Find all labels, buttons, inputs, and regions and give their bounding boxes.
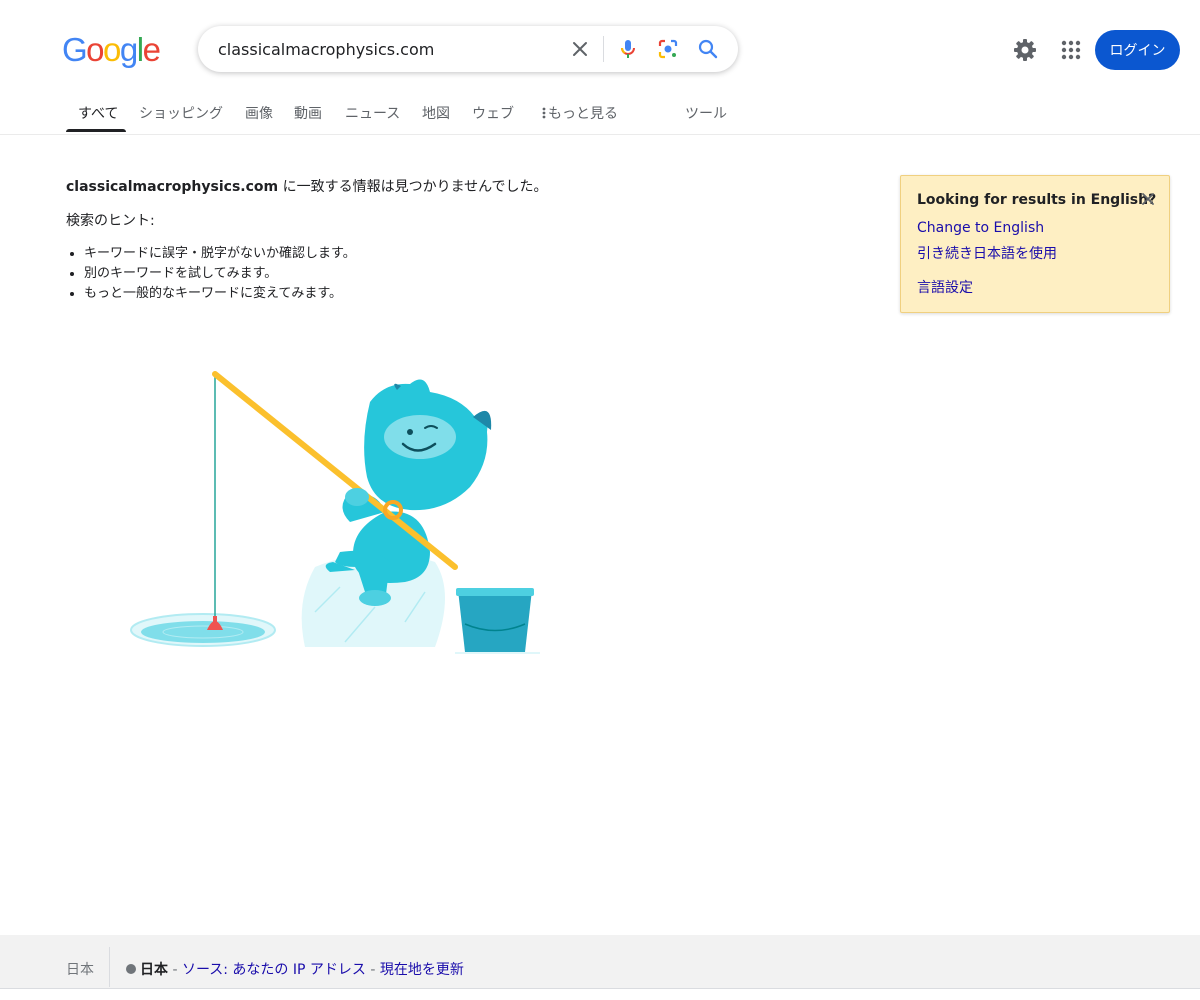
keep-japanese-link[interactable]: 引き続き日本語を使用 (917, 243, 1057, 263)
tab-web[interactable]: ウェブ (472, 103, 514, 123)
logo-letter: o (86, 31, 104, 68)
lens-icon[interactable] (656, 37, 680, 61)
footer-divider (109, 947, 110, 987)
hint-item: 別のキーワードを試してみます。 (84, 264, 356, 284)
no-results-message: classicalmacrophysics.com に一致する情報は見つかりませ… (66, 176, 547, 198)
language-suggestion-card: Looking for results in English? Change t… (900, 175, 1170, 313)
hint-item: キーワードに誤字・脱字がないか確認します。 (84, 244, 356, 264)
search-tabs: すべて ショッピング 画像 動画 ニュース 地図 ウェブ もっと見る ツール (0, 94, 1200, 135)
logo-letter: e (142, 31, 161, 68)
footer-location-name: 日本 (140, 962, 168, 978)
tab-more-label: もっと見る (548, 106, 618, 122)
clear-icon[interactable] (568, 37, 592, 61)
tab-maps[interactable]: 地図 (422, 103, 450, 123)
login-button[interactable]: ログイン (1095, 30, 1180, 70)
search-icon[interactable] (696, 37, 720, 61)
microphone-icon[interactable] (616, 37, 640, 61)
query-text: classicalmacrophysics.com (66, 179, 279, 195)
footer-dash: - (365, 962, 380, 978)
hints-title: 検索のヒント: (66, 213, 155, 229)
logo-letter: o (103, 31, 121, 68)
search-divider (603, 36, 604, 62)
active-tab-indicator (66, 129, 126, 132)
footer-country: 日本 (66, 962, 94, 978)
settings-gear-icon[interactable] (1012, 37, 1038, 63)
logo-letter: G (62, 31, 88, 68)
google-logo[interactable]: Google (62, 31, 161, 69)
update-location-link[interactable]: 現在地を更新 (380, 962, 464, 978)
fishing-monster-illustration (130, 371, 540, 654)
tab-more[interactable]: もっと見る (540, 103, 618, 123)
search-input[interactable] (218, 36, 558, 62)
no-results-text: に一致する情報は見つかりませんでした。 (278, 179, 548, 195)
hint-item: もっと一般的なキーワードに変えてみます。 (84, 284, 356, 304)
footer-dash: - (168, 962, 182, 978)
footer: 日本 日本 - ソース: あなたの IP アドレス - 現在地を更新 (0, 935, 1200, 989)
language-card-title: Looking for results in English? (917, 192, 1157, 208)
more-vert-icon (542, 107, 546, 119)
close-icon[interactable] (1139, 190, 1157, 208)
tab-videos[interactable]: 動画 (294, 103, 322, 123)
logo-letter: g (119, 31, 138, 68)
footer-location: 日本 - ソース: あなたの IP アドレス - 現在地を更新 (126, 959, 464, 979)
tab-tools[interactable]: ツール (685, 103, 727, 123)
tab-shopping[interactable]: ショッピング (139, 103, 223, 123)
apps-grid-icon[interactable] (1058, 37, 1084, 63)
change-to-english-link[interactable]: Change to English (917, 220, 1044, 236)
language-settings-link[interactable]: 言語設定 (917, 277, 973, 297)
location-source-link[interactable]: ソース: あなたの IP アドレス (182, 962, 366, 978)
location-dot-icon (126, 964, 136, 974)
tab-news[interactable]: ニュース (345, 103, 400, 123)
tab-images[interactable]: 画像 (245, 103, 273, 123)
tab-all[interactable]: すべて (78, 103, 118, 123)
hints-list: キーワードに誤字・脱字がないか確認します。 別のキーワードを試してみます。 もっ… (66, 244, 356, 304)
search-box[interactable] (198, 26, 738, 72)
